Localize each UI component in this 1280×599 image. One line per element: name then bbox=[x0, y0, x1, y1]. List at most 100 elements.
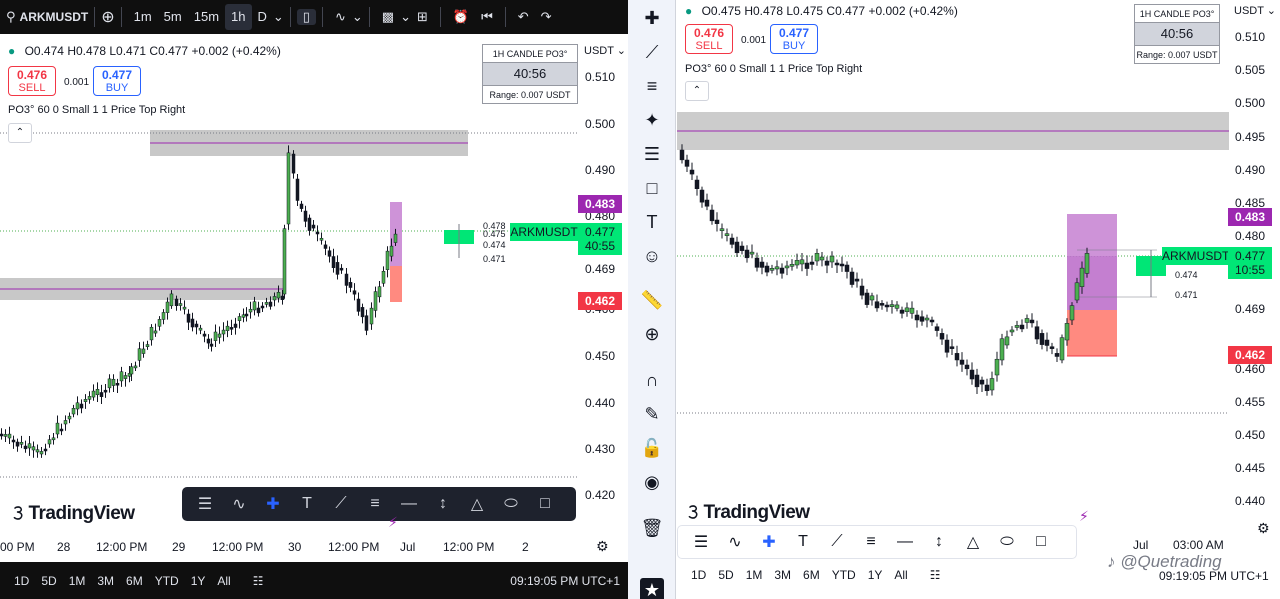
tf-1h[interactable]: 1h bbox=[225, 4, 252, 30]
settings-gear-icon[interactable]: ⚙ bbox=[596, 538, 609, 555]
hline-icon[interactable]: — bbox=[888, 533, 922, 551]
emoji-icon[interactable]: ☺ bbox=[640, 244, 664, 268]
range-ytd[interactable]: YTD bbox=[826, 568, 862, 582]
candle bbox=[217, 333, 222, 338]
text-icon[interactable]: T bbox=[290, 495, 324, 513]
search-icon[interactable]: ⚲ bbox=[6, 9, 16, 25]
trendline-icon[interactable]: ⟋ bbox=[820, 533, 854, 551]
star-icon[interactable]: ★ bbox=[640, 578, 664, 599]
fib-icon[interactable]: ≡ bbox=[854, 533, 888, 551]
candle bbox=[0, 433, 4, 437]
trendline-icon[interactable]: ⟋ bbox=[324, 495, 358, 513]
candle bbox=[904, 307, 910, 312]
zoom-in-icon[interactable]: ⊕ bbox=[640, 322, 664, 346]
magnet-icon[interactable]: ∩ bbox=[640, 368, 664, 392]
buy-button[interactable]: 0.477 BUY bbox=[770, 24, 818, 54]
candle bbox=[47, 439, 52, 445]
range-5d[interactable]: 5D bbox=[712, 568, 739, 582]
hline-icon[interactable]: — bbox=[392, 495, 426, 513]
range-5d[interactable]: 5D bbox=[35, 574, 62, 588]
text-icon[interactable]: T bbox=[786, 533, 820, 551]
range-3m[interactable]: 3M bbox=[91, 574, 120, 588]
range-1y[interactable]: 1Y bbox=[185, 574, 212, 588]
path-icon[interactable]: ∿ bbox=[222, 494, 256, 514]
tf-15m[interactable]: 15m bbox=[188, 4, 225, 30]
settings-icon[interactable]: ☰ bbox=[188, 494, 222, 514]
chevron-down-icon[interactable]: ⌄ bbox=[400, 9, 411, 25]
range-1d[interactable]: 1D bbox=[8, 574, 35, 588]
right-chart-panel: ● O0.475 H0.478 L0.475 C0.477 +0.002 (+0… bbox=[677, 0, 1280, 599]
pattern-icon[interactable]: △ bbox=[956, 532, 990, 552]
indicator-label[interactable]: PO3° 60 0 Small 1 1 Price Top Right bbox=[685, 63, 862, 75]
ellipse-icon[interactable]: ⬭ bbox=[494, 495, 528, 513]
indicator-label[interactable]: PO3° 60 0 Small 1 1 Price Top Right bbox=[8, 104, 185, 116]
symbol-price-label: ARKMUSDT bbox=[1162, 247, 1230, 265]
candles-icon[interactable]: ▯ bbox=[296, 9, 316, 25]
add-symbol-icon[interactable]: ⊕ bbox=[101, 7, 114, 27]
range-6m[interactable]: 6M bbox=[120, 574, 149, 588]
rect-icon[interactable]: □ bbox=[1024, 533, 1058, 551]
fib-icon[interactable]: ≡ bbox=[640, 74, 664, 98]
sell-button[interactable]: 0.476 SELL bbox=[8, 66, 56, 96]
chevron-down-icon[interactable]: ⌄ bbox=[273, 9, 284, 25]
range-1d[interactable]: 1D bbox=[685, 568, 712, 582]
axis-tick: 0.490 bbox=[1235, 163, 1266, 177]
layout-icon[interactable]: ⊞ bbox=[411, 9, 434, 25]
buy-button[interactable]: 0.477 BUY bbox=[93, 66, 141, 96]
range-3m[interactable]: 3M bbox=[768, 568, 797, 582]
ellipse-icon[interactable]: ⬭ bbox=[990, 533, 1024, 551]
range-1y[interactable]: 1Y bbox=[862, 568, 889, 582]
collapse-button[interactable]: ⌃ bbox=[8, 123, 32, 143]
chart-type-icon[interactable]: ▩ bbox=[376, 9, 400, 25]
rect-icon[interactable]: □ bbox=[528, 495, 562, 513]
crosshair-icon[interactable]: ✚ bbox=[256, 494, 290, 514]
tf-d[interactable]: D bbox=[252, 4, 273, 30]
candle bbox=[133, 365, 138, 369]
redo-icon[interactable]: ↷ bbox=[535, 9, 558, 25]
shape-icon[interactable]: □ bbox=[640, 176, 664, 200]
range-6m[interactable]: 6M bbox=[797, 568, 826, 582]
range-1m[interactable]: 1M bbox=[63, 574, 92, 588]
replay-icon[interactable]: ⏮ bbox=[475, 9, 499, 25]
trendline-icon[interactable]: ⟋ bbox=[640, 40, 664, 64]
lightning-icon[interactable]: ⚡ bbox=[1079, 508, 1089, 525]
goto-date-icon[interactable]: ☷ bbox=[247, 574, 270, 588]
text-icon[interactable]: T bbox=[640, 210, 664, 234]
goto-date-icon[interactable]: ☷ bbox=[924, 568, 947, 582]
fib-icon[interactable]: ≡ bbox=[358, 495, 392, 513]
draw-lock-icon[interactable]: ✎ bbox=[640, 402, 664, 426]
pattern-icon[interactable]: ✦ bbox=[640, 108, 664, 132]
range-ytd[interactable]: YTD bbox=[149, 574, 185, 588]
currency-select[interactable]: USDT ⌄ bbox=[584, 44, 626, 57]
collapse-button[interactable]: ⌃ bbox=[685, 81, 709, 101]
tf-5m[interactable]: 5m bbox=[158, 4, 188, 30]
lock-icon[interactable]: 🔓 bbox=[640, 436, 664, 460]
ruler-icon[interactable]: 📏 bbox=[640, 288, 664, 312]
forecast-icon[interactable]: ☰ bbox=[640, 142, 664, 166]
ohlc-close: C0.477 bbox=[826, 4, 866, 18]
lightning-icon[interactable]: ⚡ bbox=[388, 514, 398, 531]
candle bbox=[264, 302, 269, 305]
eye-icon[interactable]: ◉ bbox=[640, 470, 664, 494]
pattern-icon[interactable]: △ bbox=[460, 494, 494, 514]
tf-1m[interactable]: 1m bbox=[128, 4, 158, 30]
crosshair-icon[interactable]: ✚ bbox=[640, 6, 664, 30]
indicators-icon[interactable]: ∿ bbox=[329, 9, 352, 25]
range-all[interactable]: All bbox=[211, 574, 236, 588]
chevron-down-icon[interactable]: ⌄ bbox=[352, 9, 363, 25]
path-icon[interactable]: ∿ bbox=[718, 532, 752, 552]
measure-icon[interactable]: ↕ bbox=[426, 495, 460, 513]
alert-icon[interactable]: ⏰ bbox=[447, 9, 475, 25]
symbol-name[interactable]: ARKMUSDT bbox=[20, 10, 89, 24]
settings-icon[interactable]: ☰ bbox=[684, 532, 718, 552]
crosshair-icon[interactable]: ✚ bbox=[752, 532, 786, 552]
measure-icon[interactable]: ↕ bbox=[922, 533, 956, 551]
undo-icon[interactable]: ↶ bbox=[512, 9, 535, 25]
range-1m[interactable]: 1M bbox=[740, 568, 769, 582]
range-all[interactable]: All bbox=[888, 568, 913, 582]
settings-gear-icon[interactable]: ⚙ bbox=[1257, 520, 1270, 537]
candle bbox=[1074, 282, 1080, 301]
trash-icon[interactable]: 🗑 bbox=[640, 516, 664, 540]
sell-button[interactable]: 0.476 SELL bbox=[685, 24, 733, 54]
currency-select[interactable]: USDT ⌄ bbox=[1234, 4, 1276, 17]
